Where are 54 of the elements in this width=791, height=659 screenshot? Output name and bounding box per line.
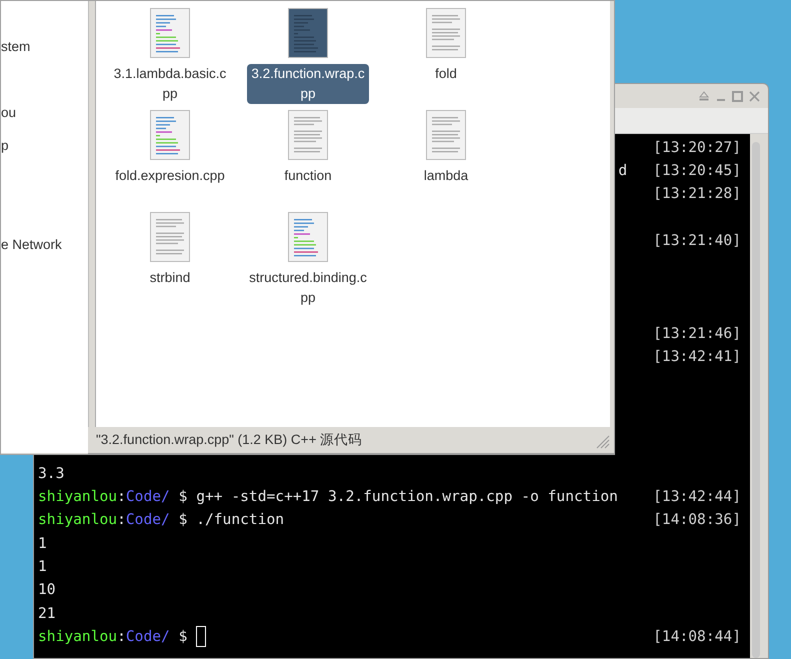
shade-icon[interactable] [698, 90, 710, 102]
scrollbar[interactable] [752, 142, 760, 658]
file-name[interactable]: 3.1.lambda.basic.cpp [109, 64, 231, 104]
document-icon [150, 110, 190, 160]
document-icon [288, 212, 328, 262]
command-text: ./function [196, 510, 284, 530]
document-icon [426, 110, 466, 160]
output-text: 1 [38, 534, 47, 554]
prompt-user: shiyanlou [38, 510, 118, 530]
file-name[interactable]: 3.2.function.wrap.cpp [247, 64, 369, 104]
file-name[interactable]: fold [385, 64, 507, 84]
sidebar-item[interactable]: ou [1, 103, 16, 124]
timestamp: [13:21:28] [653, 184, 741, 204]
document-icon [288, 8, 328, 58]
timestamp: [13:42:41] [653, 347, 741, 368]
sidebar-item[interactable]: e Network [1, 235, 62, 256]
prompt-directory: Code/ [126, 510, 170, 530]
prompt-separator: : [117, 487, 126, 508]
maximize-icon[interactable] [732, 90, 743, 102]
command-text: g++ -std=c++17 3.2.function.wrap.cpp -o function [196, 487, 618, 508]
output-text: 1 [38, 557, 47, 578]
file-name[interactable]: function [247, 166, 369, 186]
prompt-symbol: $ [178, 626, 188, 647]
timestamp: [13:42:44] [653, 487, 741, 508]
output-text: d [618, 161, 628, 181]
output-text: 21 [38, 604, 56, 624]
document-icon [426, 8, 466, 58]
document-icon [150, 212, 190, 262]
output-text: 3.3 [38, 464, 64, 484]
timestamp: [14:08:44] [653, 626, 741, 647]
file-name[interactable]: strbind [109, 268, 231, 288]
document-icon [150, 8, 190, 58]
sidebar-item[interactable]: p [1, 136, 9, 157]
prompt-directory: Code/ [126, 487, 170, 508]
sidebar-item[interactable]: stem [1, 37, 30, 58]
prompt-separator: : [117, 510, 126, 530]
close-icon[interactable] [749, 90, 760, 102]
document-icon [288, 110, 328, 160]
timestamp: [14:08:36] [653, 510, 741, 530]
timestamp: [13:20:27] [653, 138, 741, 158]
timestamp: [13:20:45] [653, 161, 741, 181]
prompt-directory: Code/ [126, 626, 170, 647]
prompt-user: shiyanlou [38, 487, 118, 508]
timestamp: [13:21:46] [653, 324, 741, 344]
prompt-symbol: $ [178, 487, 188, 508]
prompt-symbol: $ [178, 510, 188, 530]
file-name[interactable]: lambda [385, 166, 507, 186]
status-text: "3.2.function.wrap.cpp" (1.2 KB) C++ 源代码 [96, 430, 362, 449]
prompt-separator: : [117, 626, 126, 647]
output-text: 10 [38, 580, 56, 600]
file-name[interactable]: structured.binding.cpp [247, 268, 369, 308]
timestamp: [13:21:40] [653, 230, 741, 251]
file-name[interactable]: fold.expresion.cpp [109, 166, 231, 186]
prompt-user: shiyanlou [38, 626, 118, 647]
